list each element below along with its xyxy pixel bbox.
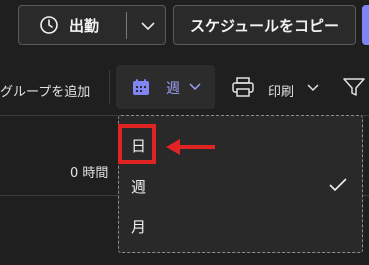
clock-in-split-button: 出勤 (18, 5, 166, 45)
view-selector-button[interactable]: 週 (116, 65, 215, 109)
arrow-left-icon (166, 139, 215, 155)
top-bar: 出勤 スケジュールをコピー (0, 0, 369, 52)
toolbar-divider (109, 70, 110, 104)
chevron-down-icon[interactable] (307, 83, 319, 93)
checkmark-icon (329, 178, 347, 192)
menu-item-label: 週 (131, 177, 147, 196)
menu-item-month[interactable]: 月 (119, 206, 362, 246)
primary-button-edge[interactable] (362, 5, 369, 45)
calendar-icon (133, 79, 149, 95)
copy-schedule-button[interactable]: スケジュールをコピー (173, 5, 356, 45)
copy-schedule-label: スケジュールをコピー (190, 16, 339, 35)
menu-item-week[interactable]: 週 (119, 166, 362, 206)
highlight-box (118, 124, 156, 164)
chevron-down-icon (189, 83, 201, 91)
filter-icon[interactable] (343, 77, 365, 97)
split-divider (126, 12, 127, 39)
hours-total: 0 時間 (70, 166, 109, 181)
print-button[interactable]: 印刷 (268, 81, 294, 100)
clock-icon (40, 16, 58, 34)
clock-in-button[interactable]: 出勤 (19, 6, 143, 44)
menu-item-label: 月 (131, 217, 147, 236)
clock-in-label: 出勤 (69, 16, 100, 35)
chevron-down-icon[interactable] (139, 17, 157, 35)
printer-icon[interactable] (232, 77, 254, 97)
view-selector-label: 週 (166, 81, 180, 97)
toolbar: グループを追加 週 印刷 (0, 58, 369, 116)
add-group-button[interactable]: グループを追加 (0, 81, 90, 100)
